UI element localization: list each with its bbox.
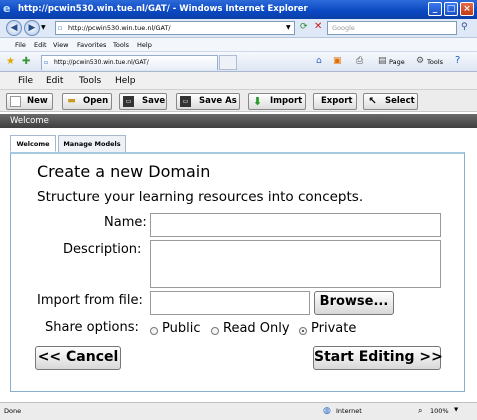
tab-page-icon: ▫ <box>44 59 49 66</box>
home-icon[interactable]: ⌂ <box>316 56 322 66</box>
share-public-label[interactable]: Public <box>162 321 200 336</box>
history-dropdown-icon[interactable]: ▼ <box>41 24 46 31</box>
share-options-label: Share options: <box>45 320 139 335</box>
page-icon: ▫ <box>58 24 63 32</box>
internet-zone-icon: ◍ <box>323 406 331 416</box>
import-file-input[interactable] <box>150 291 310 315</box>
tab-strip: Welcome Manage Models <box>10 135 465 152</box>
export-button[interactable]: Export <box>313 93 357 110</box>
import-button[interactable]: ⬇ Import <box>248 93 306 110</box>
page-title: Create a new Domain <box>37 162 211 181</box>
export-label: Export <box>321 96 353 106</box>
ie-menu-view[interactable]: View <box>53 41 68 49</box>
page-menu-icon[interactable]: ▤ <box>378 56 387 66</box>
status-bar: Done ◍ Internet ⌕ 100% ▼ <box>0 402 477 420</box>
description-textarea[interactable] <box>150 240 441 288</box>
page-subtitle: Structure your learning resources into c… <box>37 189 364 205</box>
url-text: http://pcwin530.win.tue.nl/GAT/ <box>68 24 171 32</box>
internet-zone: Internet <box>336 407 362 415</box>
name-label: Name: <box>104 215 147 230</box>
save-button[interactable]: ▭ Save <box>119 93 167 110</box>
app-menu-edit[interactable]: Edit <box>46 76 63 86</box>
ie-menu-edit[interactable]: Edit <box>34 41 47 49</box>
favorites-bar: ★ ✚ ▫ http://pcwin530.win.tue.nl/GAT/ ⌂ … <box>0 52 477 72</box>
description-label: Description: <box>63 242 142 257</box>
share-private-radio[interactable] <box>299 327 307 335</box>
address-bar: ◀ ▶ ▼ ▫ http://pcwin530.win.tue.nl/GAT/ … <box>0 19 477 38</box>
ie-logo-icon: e <box>3 2 11 15</box>
import-arrow-icon: ⬇ <box>252 95 263 108</box>
tools-menu-icon[interactable]: ⚙ <box>416 56 424 66</box>
share-public-radio[interactable] <box>150 327 158 335</box>
app-menu-tools[interactable]: Tools <box>79 76 101 86</box>
favorites-star-icon[interactable]: ★ <box>6 56 15 67</box>
import-file-label: Import from file: <box>37 293 143 308</box>
cursor-icon: ↖ <box>368 96 377 107</box>
help-icon[interactable]: ? <box>455 55 460 66</box>
zoom-icon[interactable]: ⌕ <box>418 406 422 416</box>
search-input[interactable]: Google <box>327 21 457 35</box>
ie-menu-help[interactable]: Help <box>137 41 152 49</box>
tools-menu[interactable]: Tools <box>427 58 443 66</box>
app-menu-file[interactable]: File <box>18 76 33 86</box>
url-dropdown-icon[interactable]: ▼ <box>286 24 291 31</box>
status-text: Done <box>4 407 22 415</box>
import-label: Import <box>270 96 303 106</box>
select-label: Select <box>385 96 415 106</box>
back-button[interactable]: ◀ <box>6 20 22 36</box>
add-favorite-icon[interactable]: ✚ <box>22 56 30 67</box>
ie-menu-tools[interactable]: Tools <box>113 41 129 49</box>
window-title: http://pcwin530.win.tue.nl/GAT/ - Window… <box>18 4 308 14</box>
save-label: Save <box>142 96 166 106</box>
open-folder-icon: ▬ <box>67 96 76 106</box>
browser-tab-label: http://pcwin530.win.tue.nl/GAT/ <box>54 59 149 66</box>
app-toolbar: New ▬ Open ▭ Save ▭ Save As ⬇ Import Exp… <box>0 90 477 112</box>
stop-icon[interactable]: ✕ <box>314 21 322 32</box>
share-readonly-label[interactable]: Read Only <box>223 321 290 336</box>
new-tab-button[interactable] <box>219 55 237 70</box>
cancel-button[interactable]: << Cancel <box>35 346 121 370</box>
close-button[interactable]: × <box>460 2 474 16</box>
url-field[interactable]: ▫ http://pcwin530.win.tue.nl/GAT/ <box>55 21 295 35</box>
window-titlebar: e http://pcwin530.win.tue.nl/GAT/ - Wind… <box>0 0 477 19</box>
refresh-icon[interactable]: ⟳ <box>300 22 308 32</box>
tab-manage-models[interactable]: Manage Models <box>58 135 126 152</box>
ie-menu-favorites[interactable]: Favorites <box>77 41 106 49</box>
maximize-button[interactable]: □ <box>444 2 458 16</box>
forward-button[interactable]: ▶ <box>24 20 40 36</box>
open-label: Open <box>83 96 109 106</box>
select-button[interactable]: ↖ Select <box>363 93 418 110</box>
feeds-icon[interactable]: ▣ <box>333 56 342 66</box>
share-readonly-radio[interactable] <box>211 327 219 335</box>
page-menu[interactable]: Page <box>389 58 405 66</box>
ie-menubar: File Edit View Favorites Tools Help <box>0 38 477 52</box>
print-icon[interactable]: ⎙ <box>356 56 363 66</box>
zoom-level[interactable]: 100% <box>430 407 449 415</box>
minimize-button[interactable]: _ <box>428 2 442 16</box>
zoom-dropdown-icon[interactable]: ▼ <box>454 407 458 413</box>
welcome-bar: Welcome <box>0 114 477 128</box>
browse-button[interactable]: Browse... <box>314 291 394 315</box>
save-as-label: Save As <box>199 96 237 106</box>
open-button[interactable]: ▬ Open <box>62 93 112 110</box>
save-disk-icon: ▭ <box>123 96 134 107</box>
share-private-label[interactable]: Private <box>311 321 356 336</box>
save-as-button[interactable]: ▭ Save As <box>176 93 240 110</box>
name-input[interactable] <box>150 213 441 237</box>
new-button[interactable]: New <box>6 93 53 110</box>
app-menu-help[interactable]: Help <box>115 76 136 86</box>
new-document-icon <box>10 96 21 107</box>
save-as-disk-icon: ▭ <box>180 96 191 107</box>
search-icon[interactable]: ⚲ <box>461 22 468 32</box>
browser-tab[interactable]: ▫ http://pcwin530.win.tue.nl/GAT/ <box>41 55 218 70</box>
tab-welcome[interactable]: Welcome <box>10 135 56 152</box>
app-menubar: File Edit Tools Help <box>0 72 477 90</box>
new-label: New <box>27 96 48 106</box>
welcome-panel: Create a new Domain Structure your learn… <box>10 152 465 392</box>
start-editing-button[interactable]: Start Editing >> <box>313 346 443 370</box>
ie-menu-file[interactable]: File <box>15 41 26 49</box>
